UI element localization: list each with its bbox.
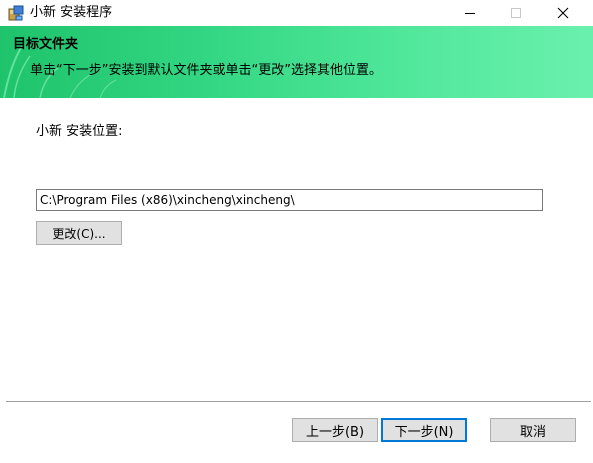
title-bar: 小新 安装程序 (0, 0, 593, 26)
header-banner: 目标文件夹 单击“下一步”安装到默认文件夹或单击“更改”选择其他位置。 (0, 26, 593, 98)
minimize-icon (465, 13, 475, 14)
banner-title: 目标文件夹 (13, 37, 79, 52)
maximize-button (493, 0, 539, 26)
banner-grass-decoration (3, 45, 117, 98)
back-button[interactable]: 上一步(B) (292, 418, 378, 442)
installer-app-icon (8, 5, 24, 21)
footer-divider (6, 401, 591, 402)
banner-description: 单击“下一步”安装到默认文件夹或单击“更改”选择其他位置。 (30, 63, 382, 78)
window-title: 小新 安装程序 (30, 5, 113, 20)
close-button[interactable] (540, 0, 586, 26)
next-button[interactable]: 下一步(N) (381, 418, 467, 442)
minimize-button[interactable] (447, 0, 493, 26)
close-icon (557, 7, 569, 19)
change-path-button[interactable]: 更改(C)... (36, 221, 122, 245)
cancel-button[interactable]: 取消 (490, 418, 576, 442)
install-path-field[interactable] (36, 189, 543, 211)
maximize-icon (511, 8, 521, 18)
install-location-label: 小新 安装位置: (36, 124, 123, 139)
